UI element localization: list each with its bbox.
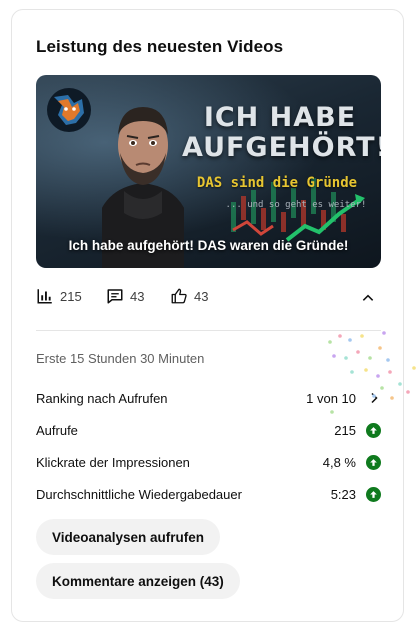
thumbs-up-icon [171,288,187,304]
stats-row: 215 43 43 [36,287,381,309]
arrow-up-icon [366,454,381,470]
chevron-up-icon [362,294,374,301]
latest-video-performance-card: Leistung des neuesten Videos ICH HABE AU… [11,9,416,622]
video-title: Ich habe aufgehört! DAS waren die Gründe… [68,238,349,253]
metric-label: Ranking nach Aufrufen [36,390,168,406]
chevron-right-icon[interactable] [366,391,381,406]
metric-label: Aufrufe [36,422,78,438]
metrics-list: Ranking nach Aufrufen 1 von 10 Aufrufe 2… [36,382,381,510]
views-stat: 215 [36,287,82,305]
thumbnail-headline: ICH HABE AUFGEHÖRT! [182,102,381,163]
views-count: 215 [60,288,82,304]
metric-value: 5:23 [330,486,356,502]
collapse-button[interactable] [357,287,379,309]
metric-value: 1 von 10 [306,390,356,406]
thumbnail-subheadline: DAS sind die Gründe [196,175,358,191]
divider [36,330,381,331]
headline-line-2: AUFGEHÖRT! [182,132,381,163]
metric-row-views: Aufrufe 215 [36,414,381,446]
video-analytics-button[interactable]: Videoanalysen aufrufen [36,519,221,555]
arrow-up-icon [366,422,381,438]
time-period-label: Erste 15 Stunden 30 Minuten [36,351,205,366]
comments-count: 43 [130,288,145,304]
likes-stat: 43 [170,287,208,305]
metric-row-ranking[interactable]: Ranking nach Aufrufen 1 von 10 [36,382,381,414]
metric-label: Klickrate der Impressionen [36,454,190,470]
comment-icon [107,289,123,304]
metric-row-ctr: Klickrate der Impressionen 4,8 % [36,446,381,478]
arrow-up-icon [366,486,381,502]
metric-value: 4,8 % [322,454,356,470]
headline-line-1: ICH HABE [203,102,357,133]
likes-count: 43 [194,288,209,304]
metric-row-avg-duration: Durchschnittliche Wiedergabedauer 5:23 [36,478,381,510]
thumbnail-small-text: ... und so geht es weiter! [225,200,367,210]
channel-logo [47,88,91,132]
metric-value: 215 [334,422,356,438]
chart-decoration [231,178,365,242]
metric-label: Durchschnittliche Wiedergabedauer [36,486,242,502]
comments-stat: 43 [106,287,144,305]
video-thumbnail[interactable]: ICH HABE AUFGEHÖRT! DAS sind die Gründe … [36,75,381,268]
show-comments-button[interactable]: Kommentare anzeigen (43) [36,563,240,599]
bar-chart-icon [37,289,52,304]
card-title: Leistung des neuesten Videos [36,37,284,56]
